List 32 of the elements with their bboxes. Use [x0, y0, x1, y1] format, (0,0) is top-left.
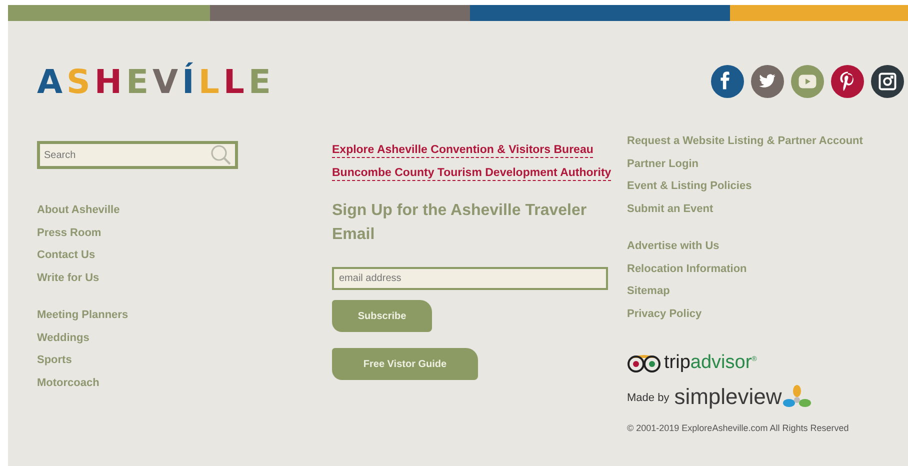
simpleview-logo[interactable]: simpleview	[674, 385, 782, 410]
footer-link[interactable]: Advertise with Us	[627, 235, 720, 258]
email-field[interactable]: email address	[332, 267, 608, 290]
partner-link[interactable]: Buncombe County Tourism Development Authority	[332, 166, 612, 181]
footer-link[interactable]: Write for Us	[37, 266, 100, 289]
subscribe-button[interactable]: Subscribe	[332, 300, 432, 332]
footer-link[interactable]: Privacy Policy	[627, 302, 702, 325]
partner-link[interactable]: Explore Asheville Convention & Visitors Bureau	[332, 143, 594, 158]
footer-link[interactable]: Weddings	[37, 326, 90, 349]
footer-link[interactable]: Partner Login	[627, 152, 699, 175]
footer-link[interactable]: Sports	[37, 349, 72, 372]
footer-link[interactable]: Submit an Event	[627, 198, 714, 220]
signup-heading: Sign Up for the Asheville Traveler Email	[332, 201, 588, 245]
footer-link[interactable]: Meeting Planners	[37, 304, 128, 326]
twitter-icon[interactable]	[751, 64, 784, 98]
footer-link[interactable]: Request a Website Listing & Partner Account	[627, 130, 863, 152]
made-by-text: Made by	[627, 391, 670, 406]
pinterest-icon[interactable]	[831, 64, 864, 98]
footer-link[interactable]: Contact Us	[37, 244, 96, 266]
footer-link[interactable]: Sitemap	[627, 280, 670, 302]
footer-link[interactable]: Event & Listing Policies	[627, 175, 752, 198]
search-field[interactable]: Search	[37, 141, 238, 169]
facebook-icon[interactable]	[711, 64, 744, 98]
footer-link[interactable]: Press Room	[37, 222, 102, 244]
tripadvisor-logo[interactable]: tripadvisor$^{®}$	[627, 349, 897, 378]
visitor-guide-button[interactable]: Free Vistor Guide	[332, 348, 478, 380]
footer-link[interactable]: Motorcoach	[37, 372, 100, 394]
copyright-text: © 2001-2019 ExploreAsheville.com All Rights Reserved	[627, 422, 850, 435]
footer-link[interactable]: Relocation Information	[627, 258, 747, 280]
triangle-petals-icon	[782, 384, 812, 410]
footer-link[interactable]: About Asheville	[37, 199, 120, 222]
instagram-icon[interactable]	[871, 64, 904, 98]
